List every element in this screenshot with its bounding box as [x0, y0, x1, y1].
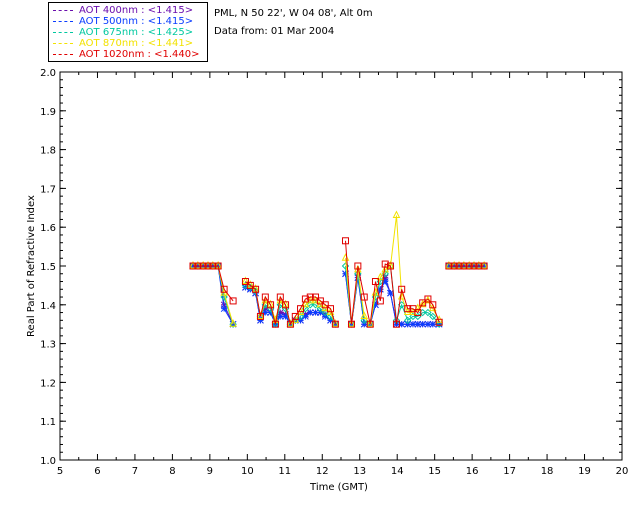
series-2	[189, 262, 488, 328]
data-point	[429, 320, 437, 328]
x-tick-label: 6	[94, 466, 100, 477]
y-tick-label: 1.7	[40, 184, 56, 195]
legend-label: AOT 675nm : <1.425>	[79, 27, 194, 38]
data-date: Data from: 01 Mar 2004	[214, 26, 335, 37]
data-point	[404, 320, 412, 328]
x-tick-label: 11	[278, 466, 291, 477]
plot-axes	[59, 71, 623, 461]
data-point	[220, 305, 228, 313]
y-axis-label: Real Part of Refractive Index	[26, 195, 37, 337]
x-axis-label: Time (GMT)	[309, 482, 368, 493]
legend-label: AOT 870nm : <1.441>	[79, 38, 194, 49]
ticks-layer: 5 6 7 8 9 10 11 12 13 14 15 16 17 18 19 20 1.0 1.1 1.2 1.3 1…	[40, 68, 628, 477]
x-tick-label: 18	[541, 466, 554, 477]
x-tick-label: 10	[241, 466, 254, 477]
series-line	[193, 265, 234, 302]
series-4	[189, 237, 488, 328]
data-point	[419, 320, 427, 328]
x-tick-label: 12	[316, 466, 329, 477]
x-tick-label: 15	[428, 466, 441, 477]
x-tick-label: 7	[132, 466, 138, 477]
y-tick-label: 1.6	[40, 223, 56, 234]
legend: AOT 400nm : <1.415> AOT 500nm : <1.415> …	[48, 2, 208, 62]
legend-swatch	[53, 53, 73, 55]
y-tick-label: 1.1	[40, 417, 56, 428]
y-tick-label: 1.2	[40, 378, 56, 389]
x-tick-label: 16	[466, 466, 479, 477]
legend-swatch	[53, 31, 73, 33]
legend-swatch	[53, 20, 73, 22]
y-tick-label: 1.8	[40, 146, 56, 157]
x-tick-label: 14	[391, 466, 404, 477]
legend-swatch	[53, 42, 73, 44]
x-tick-label: 5	[57, 466, 63, 477]
series-0	[189, 262, 488, 328]
x-tick-label: 19	[578, 466, 591, 477]
series-layer	[189, 210, 488, 328]
legend-label: AOT 500nm : <1.415>	[79, 16, 194, 27]
series-3	[189, 210, 488, 327]
x-tick-label: 8	[169, 466, 175, 477]
series-1	[189, 262, 488, 328]
legend-swatch	[53, 9, 73, 11]
data-point	[306, 309, 314, 316]
plot-frame	[59, 71, 623, 461]
data-point	[387, 289, 394, 297]
y-tick-label: 1.3	[40, 340, 56, 351]
y-tick-label: 1.4	[40, 301, 56, 312]
y-tick-label: 1.5	[40, 262, 56, 273]
x-tick-label: 17	[503, 466, 516, 477]
x-tick-label: 20	[616, 466, 629, 477]
y-tick-label: 1.9	[40, 107, 56, 118]
legend-item-1020nm: AOT 1020nm : <1.440>	[53, 49, 199, 61]
legend-label: AOT 1020nm : <1.440>	[79, 49, 200, 60]
x-tick-label: 13	[353, 466, 366, 477]
y-tick-label: 1.0	[40, 456, 56, 467]
site-location: PML, N 50 22', W 04 08', Alt 0m	[214, 8, 373, 19]
legend-label: AOT 400nm : <1.415>	[79, 5, 194, 16]
y-tick-label: 2.0	[40, 68, 56, 79]
refractive-index-chart: 5 6 7 8 9 10 11 12 13 14 15 16 17 18 19 20 1.0 1.1 1.2 1.3 1…	[26, 68, 628, 493]
x-tick-label: 9	[207, 466, 213, 477]
